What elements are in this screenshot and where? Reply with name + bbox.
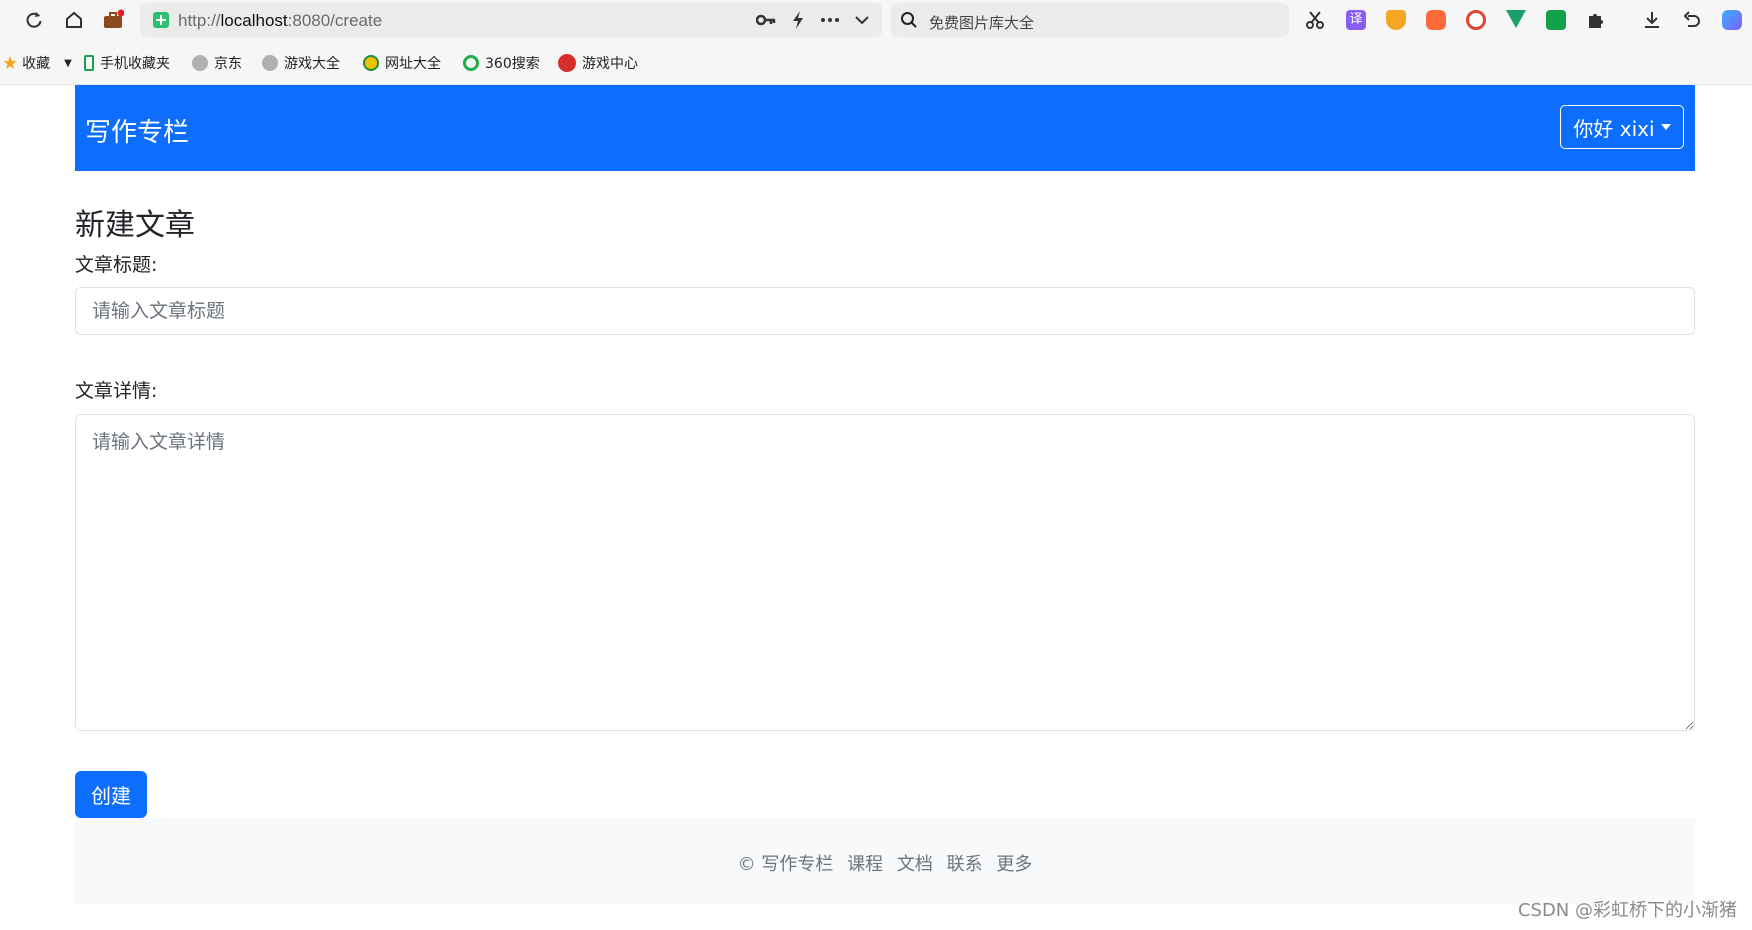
phone-icon	[84, 55, 94, 71]
bookmark-360search[interactable]: 360搜索	[463, 53, 540, 73]
page-title: 新建文章	[75, 208, 195, 243]
bookmark-jd[interactable]: 京东	[192, 53, 242, 73]
footer-link-more[interactable]: 更多	[996, 854, 1032, 875]
circle-extension-icon[interactable]	[1466, 10, 1486, 30]
reload-icon[interactable]	[20, 6, 48, 34]
bookmark-gamecenter[interactable]: 游戏中心	[558, 53, 638, 73]
scissors-icon[interactable]	[1301, 6, 1329, 34]
briefcase-icon[interactable]	[99, 6, 127, 34]
browser-search-box[interactable]: 免费图片库大全	[891, 3, 1289, 37]
puzzle-icon[interactable]	[1582, 6, 1610, 34]
vue-extension-icon[interactable]	[1506, 10, 1526, 28]
more-icon[interactable]	[816, 6, 844, 34]
content-label: 文章详情:	[75, 380, 158, 402]
user-dropdown-button[interactable]: 你好 xixi	[1560, 105, 1684, 149]
browser-toolbar: http://localhost:8080/create 免费图片库大全 译	[0, 0, 1752, 40]
bookmark-label: 收藏	[22, 56, 51, 72]
footer-copyright: © 写作专栏	[737, 854, 834, 875]
search-icon	[901, 12, 917, 28]
book-extension-icon[interactable]	[1546, 10, 1566, 30]
bookmark-label: 手机收藏夹	[100, 56, 170, 72]
address-bar[interactable]: http://localhost:8080/create	[140, 3, 882, 37]
user-greeting: 你好 xixi	[1573, 116, 1655, 141]
globe-icon	[262, 55, 278, 71]
game-icon	[558, 54, 576, 72]
nav-icon	[363, 55, 379, 71]
shield-extension-icon[interactable]	[1386, 10, 1406, 30]
game-extension-icon[interactable]	[1426, 10, 1446, 30]
bookmark-nav[interactable]: 网址大全	[363, 53, 441, 73]
watermark: CSDN @彩虹桥下的小渐猪	[1517, 900, 1737, 921]
search360-icon	[463, 55, 479, 71]
secure-shield-icon	[153, 12, 169, 28]
search-placeholder: 免费图片库大全	[929, 14, 1035, 32]
footer-link-contact[interactable]: 联系	[947, 854, 983, 875]
caret-down-icon	[1660, 124, 1671, 130]
bookmark-games[interactable]: 游戏大全	[262, 53, 340, 73]
title-label: 文章标题:	[75, 254, 158, 276]
url-text: http://localhost:8080/create	[178, 11, 383, 30]
ai-assistant-icon[interactable]	[1722, 10, 1742, 30]
create-button[interactable]: 创建	[75, 771, 147, 818]
star-icon: ★	[2, 52, 19, 74]
home-icon[interactable]	[60, 6, 88, 34]
bookmark-label: 游戏中心	[582, 56, 638, 72]
bookmarks-bar: ★ 收藏 ▼ 手机收藏夹 京东 游戏大全 网址大全 360搜索 游戏中心	[0, 40, 1752, 85]
download-icon[interactable]	[1638, 6, 1666, 34]
undo-icon[interactable]	[1678, 6, 1706, 34]
top-navbar: 写作专栏 你好 xixi	[75, 85, 1695, 171]
footer-link-docs[interactable]: 文档	[897, 854, 933, 875]
navbar-brand[interactable]: 写作专栏	[85, 112, 189, 149]
key-icon[interactable]	[752, 6, 780, 34]
bookmark-label: 360搜索	[485, 56, 540, 72]
content-textarea[interactable]	[75, 414, 1695, 731]
chevron-down-icon[interactable]	[848, 6, 876, 34]
lightning-icon[interactable]	[784, 6, 812, 34]
footer: © 写作专栏 课程 文档 联系 更多	[75, 818, 1695, 904]
title-input[interactable]	[75, 287, 1695, 335]
translate-icon[interactable]: 译	[1346, 10, 1366, 30]
globe-icon	[192, 55, 208, 71]
footer-links: © 写作专栏 课程 文档 联系 更多	[75, 850, 1695, 876]
bookmark-label: 网址大全	[385, 56, 441, 72]
caret-down-icon[interactable]: ▼	[64, 58, 72, 69]
bookmark-favorites[interactable]: ★ 收藏 ▼	[2, 52, 72, 74]
bookmark-label: 京东	[214, 56, 242, 72]
bookmark-mobile[interactable]: 手机收藏夹	[84, 53, 170, 73]
footer-link-courses[interactable]: 课程	[847, 854, 883, 875]
bookmark-label: 游戏大全	[284, 56, 340, 72]
